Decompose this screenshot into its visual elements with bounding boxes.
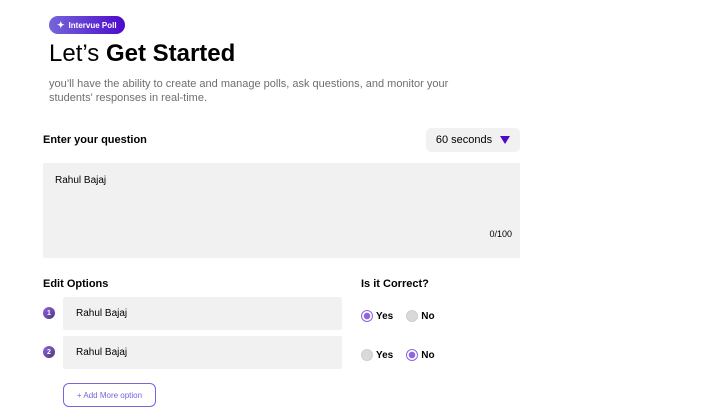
question-textarea[interactable]: Rahul Bajaj 0/100 — [43, 163, 520, 258]
no-radio[interactable]: No — [406, 349, 435, 361]
option-input-value: Rahul Bajaj — [76, 308, 128, 319]
option-number-badge: 2 — [43, 346, 55, 358]
app-badge: ✦ Intervue Poll — [49, 16, 125, 34]
radio-selected-icon — [406, 349, 419, 361]
page-title: Let’s Get Started — [49, 40, 235, 68]
caret-down-icon — [500, 136, 511, 144]
option-input-value: Rahul Bajaj — [76, 347, 128, 358]
yes-radio[interactable]: Yes — [361, 349, 393, 361]
add-option-button[interactable]: + Add More option — [63, 383, 156, 407]
yes-radio-label: Yes — [376, 349, 394, 361]
is-correct-label: Is it Correct? — [361, 278, 429, 290]
timer-select[interactable]: 60 seconds — [426, 128, 520, 152]
option-correct-radio-group: Yes No — [361, 349, 448, 361]
char-count: 0/100 — [489, 229, 512, 239]
option-correct-radio-group: Yes No — [361, 310, 448, 322]
no-radio-label: No — [421, 349, 435, 361]
timer-value: 60 seconds — [435, 134, 493, 146]
title-light: Let’s — [49, 40, 106, 67]
sparkle-icon: ✦ — [57, 19, 65, 30]
question-text: Rahul Bajaj — [55, 175, 107, 186]
badge-label: Intervue Poll — [68, 20, 117, 30]
yes-radio-label: Yes — [376, 310, 394, 322]
radio-unselected-icon — [361, 349, 373, 361]
option-number-badge: 1 — [43, 307, 55, 319]
no-radio-label: No — [421, 310, 435, 322]
radio-unselected-icon — [406, 310, 419, 322]
edit-options-label: Edit Options — [43, 278, 109, 290]
question-label: Enter your question — [43, 134, 147, 146]
option-input[interactable]: Rahul Bajaj — [63, 297, 342, 330]
yes-radio[interactable]: Yes — [361, 310, 393, 322]
option-input[interactable]: Rahul Bajaj — [63, 336, 342, 369]
no-radio[interactable]: No — [406, 310, 435, 322]
title-bold: Get Started — [105, 40, 236, 67]
page-subtitle: you’ll have the ability to create and ma… — [49, 78, 449, 104]
radio-selected-icon — [361, 310, 373, 322]
